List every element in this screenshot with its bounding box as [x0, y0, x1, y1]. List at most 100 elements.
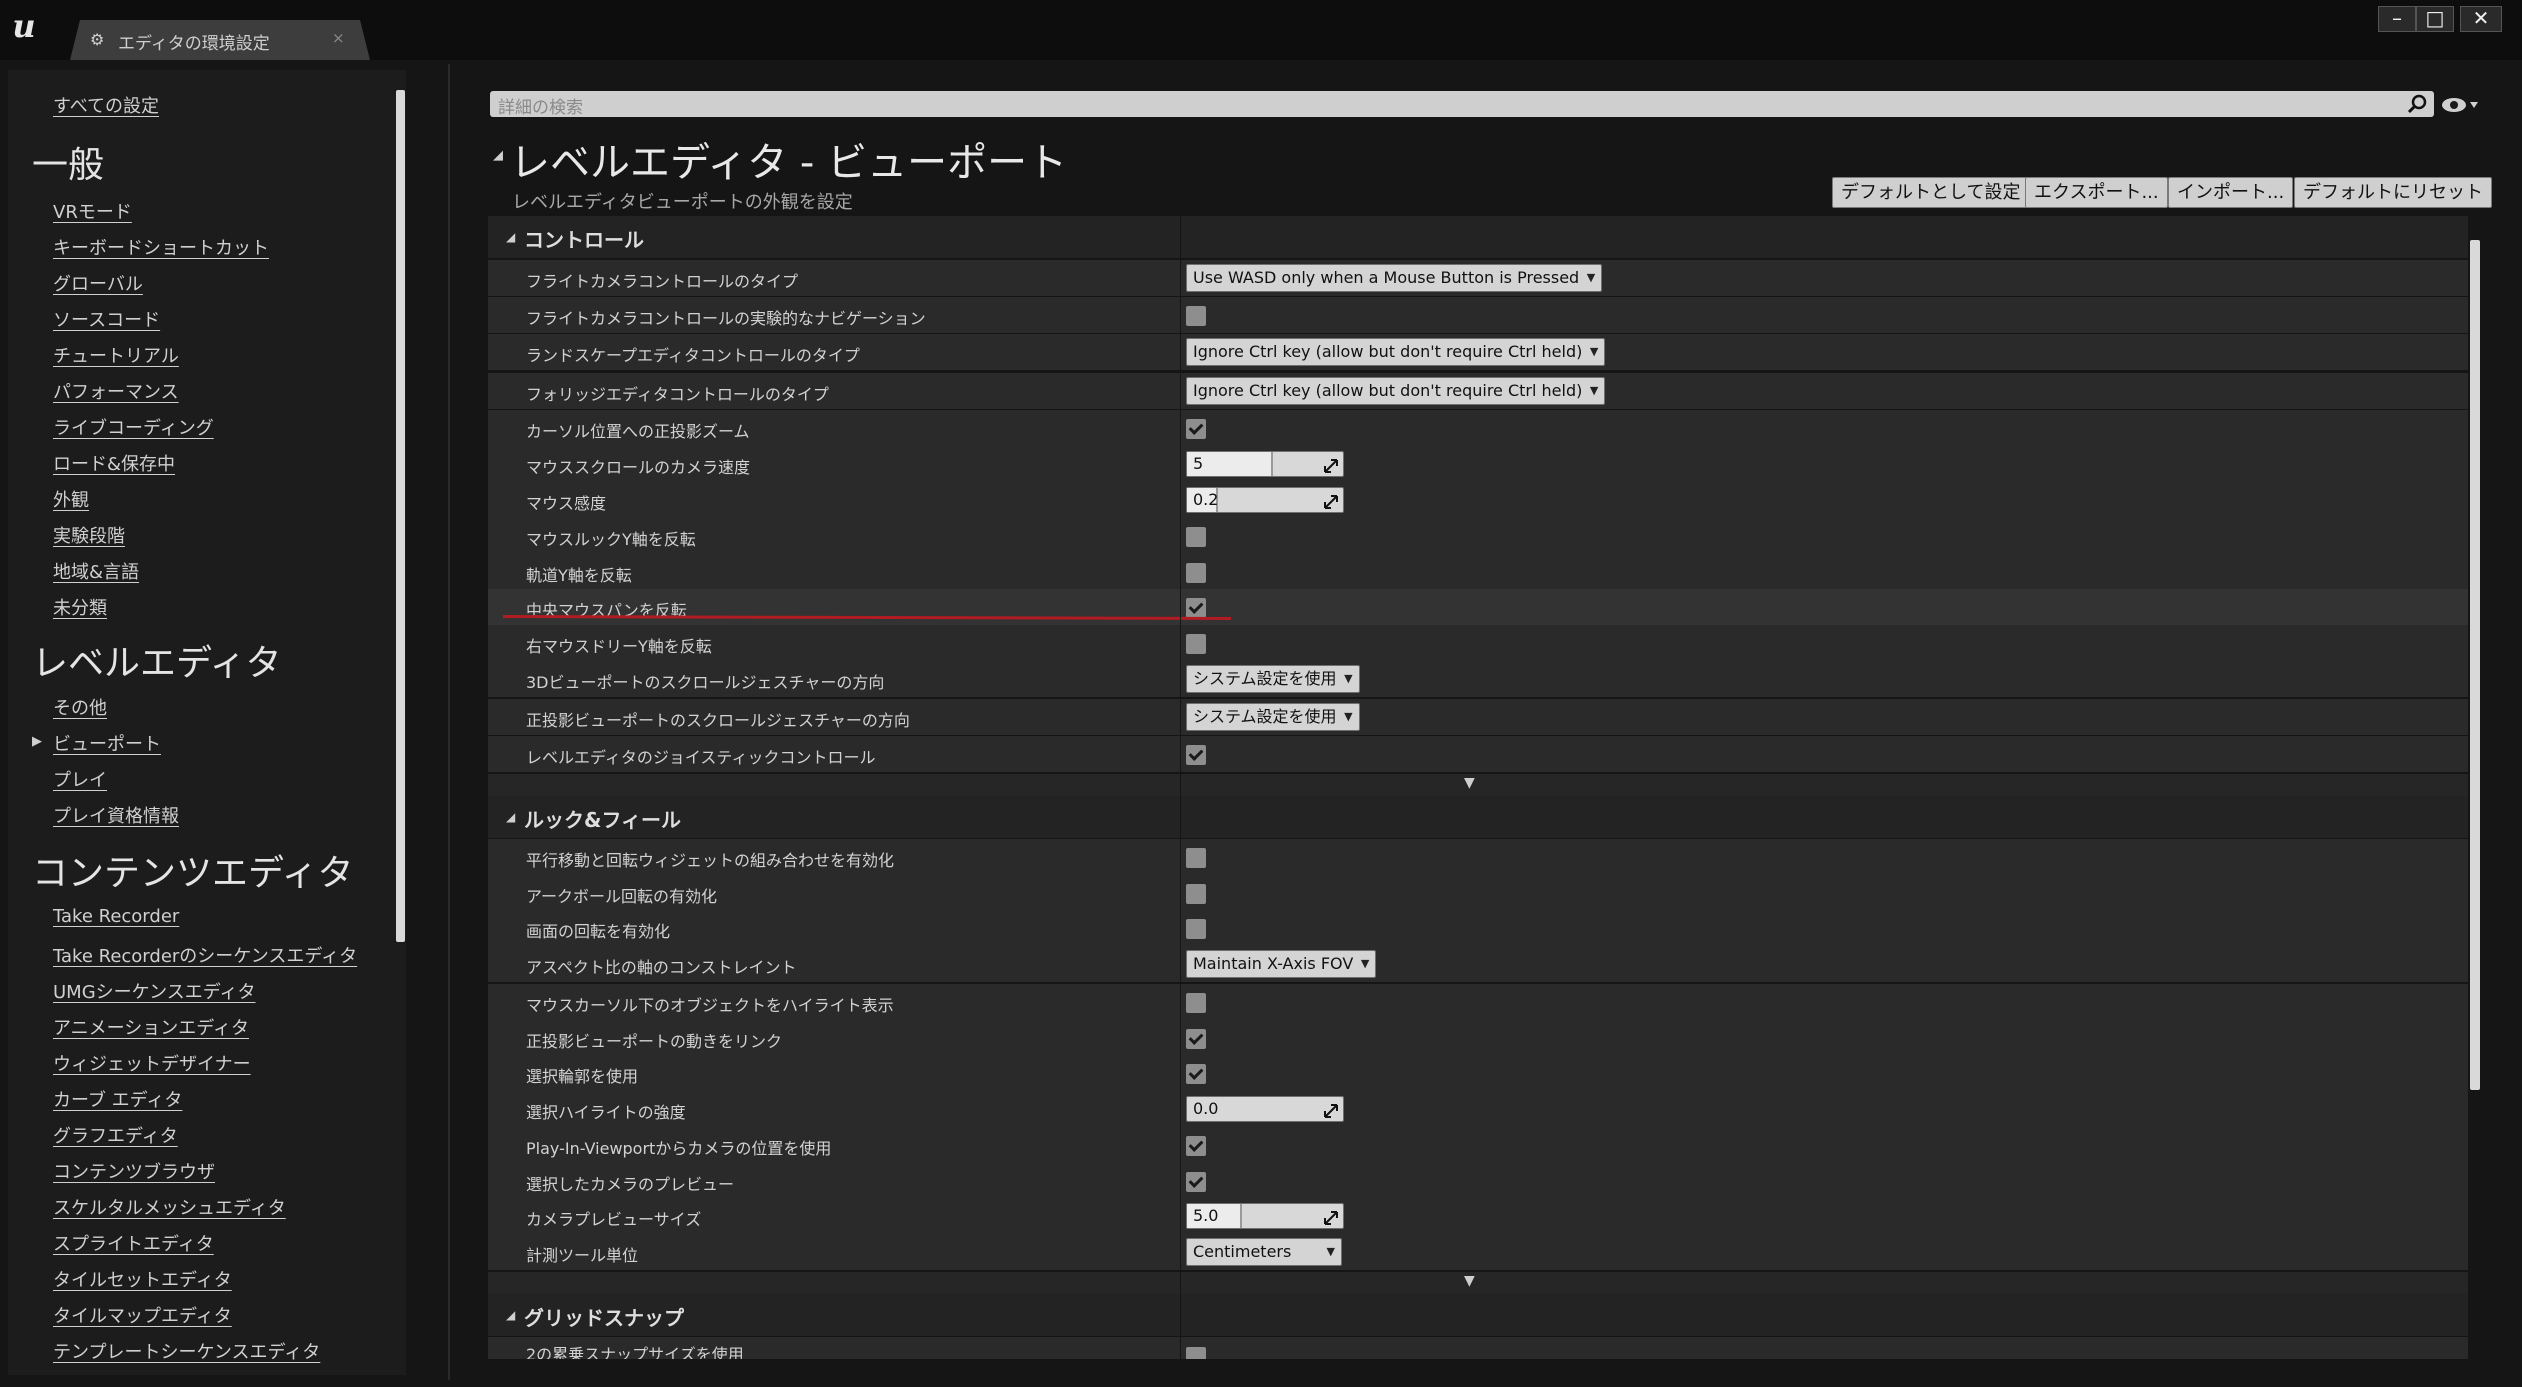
- expand-advanced-icon[interactable]: ▼: [1464, 1273, 1475, 1289]
- panel-splitter[interactable]: [448, 64, 450, 1380]
- maximize-button[interactable]: □: [2416, 6, 2454, 32]
- property-row: 正投影ビューポートの動きをリンク: [488, 1020, 2468, 1056]
- search-details-input[interactable]: 詳細の検索: [490, 91, 2434, 118]
- property-label: フライトカメラコントロールの実験的なナビゲーション: [526, 309, 926, 328]
- sidebar-item[interactable]: ロード&保存中: [53, 450, 175, 476]
- dropdown-arrow-icon: ▼: [1344, 672, 1353, 685]
- checkbox[interactable]: [1186, 745, 1206, 765]
- sidebar-item[interactable]: 未分類: [53, 594, 107, 620]
- checkbox[interactable]: [1186, 1172, 1206, 1192]
- measuring-units-dropdown[interactable]: Centimeters ▼: [1186, 1238, 1342, 1266]
- sidebar-item[interactable]: タイルマップエディタ: [53, 1302, 232, 1328]
- sidebar-item[interactable]: アニメーションエディタ: [53, 1014, 249, 1040]
- checkbox[interactable]: [1186, 1064, 1206, 1084]
- import-button[interactable]: インポート...: [2168, 177, 2294, 208]
- checkbox[interactable]: [1186, 884, 1206, 904]
- sidebar-item[interactable]: チュートリアル: [53, 342, 179, 368]
- expand-advanced-icon[interactable]: ▼: [1464, 775, 1475, 791]
- reset-to-default-button[interactable]: デフォルトにリセット: [2294, 177, 2492, 208]
- checkbox[interactable]: [1186, 993, 1206, 1013]
- sidebar-item[interactable]: Take Recorderのシーケンスエディタ: [53, 942, 357, 968]
- sidebar-item[interactable]: カーブ エディタ: [53, 1086, 182, 1112]
- page-title: レベルエディタ - ビューポート: [510, 140, 1068, 186]
- checkbox[interactable]: [1186, 1136, 1206, 1156]
- column-splitter[interactable]: [1180, 216, 1181, 1359]
- mouse-sensitivity-spinbox[interactable]: 0.2: [1186, 487, 1344, 513]
- advanced-expander-row[interactable]: ▼: [488, 1272, 2468, 1294]
- checkbox[interactable]: [1186, 634, 1206, 654]
- sidebar-item[interactable]: プレイ: [53, 766, 107, 792]
- sidebar-item-viewport[interactable]: ビューポート: [53, 730, 161, 756]
- sidebar-item[interactable]: グローバル: [53, 270, 143, 296]
- resize-arrows-icon: [1324, 495, 1338, 509]
- sidebar-item[interactable]: VRモード: [53, 198, 132, 224]
- sidebar-item[interactable]: UMGシーケンスエディタ: [53, 978, 256, 1004]
- checkbox[interactable]: [1186, 306, 1206, 326]
- foliage-control-type-dropdown[interactable]: Ignore Ctrl key (allow but don't require…: [1186, 377, 1606, 405]
- property-row: 正投影ビューポートのスクロールジェスチャーの方向 システム設定を使用 ▼: [488, 699, 2468, 735]
- landscape-control-type-dropdown[interactable]: Ignore Ctrl key (allow but don't require…: [1186, 338, 1606, 366]
- checkbox[interactable]: [1186, 1029, 1206, 1049]
- advanced-expander-row[interactable]: ▼: [488, 774, 2468, 796]
- checkbox[interactable]: [1186, 419, 1206, 439]
- sidebar-item[interactable]: ライブコーディング: [53, 414, 214, 440]
- collapse-triangle-icon[interactable]: ◢: [493, 148, 503, 163]
- set-as-default-button[interactable]: デフォルトとして設定: [1832, 177, 2030, 208]
- property-label: 選択したカメラのプレビュー: [526, 1175, 735, 1194]
- ortho-scroll-direction-dropdown[interactable]: システム設定を使用 ▼: [1186, 703, 1360, 731]
- sidebar-item[interactable]: コンテンツブラウザ: [53, 1158, 215, 1184]
- property-row: アスペクト比の軸のコンストレイント Maintain X-Axis FOV ▼: [488, 946, 2468, 982]
- camera-speed-spinbox[interactable]: 5: [1186, 451, 1344, 477]
- category-grid-snap[interactable]: ◢ グリッドスナップ: [488, 1294, 2468, 1336]
- checkbox[interactable]: [1186, 598, 1206, 618]
- property-label: 画面の回転を有効化: [526, 922, 671, 941]
- sidebar-item[interactable]: スケルタルメッシュエディタ: [53, 1194, 286, 1220]
- sidebar-item[interactable]: キーボードショートカット: [53, 234, 269, 260]
- sidebar-item-all-settings[interactable]: すべての設定: [53, 92, 159, 118]
- minimize-button[interactable]: –: [2378, 6, 2416, 32]
- property-row: 選択したカメラのプレビュー: [488, 1163, 2468, 1199]
- sidebar-item[interactable]: プレイ資格情報: [53, 802, 179, 828]
- checkbox[interactable]: [1186, 563, 1206, 583]
- property-label: マウスカーソル下のオブジェクトをハイライト表示: [526, 996, 894, 1015]
- sidebar-item[interactable]: パフォーマンス: [53, 378, 179, 404]
- sidebar-item[interactable]: ソースコード: [53, 306, 160, 332]
- details-scrollbar[interactable]: [2470, 240, 2480, 1090]
- category-look-and-feel[interactable]: ◢ ルック&フィール: [488, 796, 2468, 838]
- checkbox[interactable]: [1186, 919, 1206, 939]
- 3d-scroll-direction-dropdown[interactable]: システム設定を使用 ▼: [1186, 665, 1360, 693]
- category-controls[interactable]: ◢ コントロール: [488, 216, 2468, 258]
- checkbox[interactable]: [1186, 527, 1206, 547]
- tab-close-icon[interactable]: ×: [332, 29, 345, 47]
- sidebar-item[interactable]: その他: [53, 694, 107, 720]
- sidebar-item[interactable]: ウィジェットデザイナー: [53, 1050, 251, 1076]
- sidebar-item[interactable]: タイルセットエディタ: [53, 1266, 232, 1292]
- sidebar-item[interactable]: 地域&言語: [53, 558, 139, 584]
- property-label: 選択輪郭を使用: [526, 1067, 639, 1086]
- sidebar-item[interactable]: 外観: [53, 486, 89, 512]
- collapse-triangle-icon: ◢: [506, 810, 516, 824]
- property-label: ランドスケープエディタコントロールのタイプ: [526, 346, 860, 365]
- checkbox[interactable]: [1186, 848, 1206, 868]
- collapse-triangle-icon: ◢: [506, 1308, 516, 1322]
- sidebar-item[interactable]: スプライトエディタ: [53, 1230, 214, 1256]
- dropdown-arrow-icon: ▼: [1589, 345, 1599, 358]
- camera-preview-size-spinbox[interactable]: 5.0: [1186, 1203, 1344, 1229]
- spin-value: 0.2: [1193, 490, 1219, 509]
- sidebar-item[interactable]: グラフエディタ: [53, 1122, 178, 1148]
- sidebar-scrollbar[interactable]: [396, 90, 405, 942]
- checkbox[interactable]: [1186, 1347, 1206, 1359]
- close-window-button[interactable]: ✕: [2460, 6, 2502, 32]
- search-icon[interactable]: [2406, 93, 2428, 115]
- view-options-eye-icon[interactable]: [2440, 94, 2480, 116]
- selection-highlight-intensity-spinbox[interactable]: 0.0: [1186, 1096, 1344, 1122]
- export-button[interactable]: エクスポート...: [2025, 177, 2168, 208]
- tab-editor-preferences[interactable]: ⚙ エディタの環境設定 ×: [70, 20, 370, 60]
- sidebar-item[interactable]: 実験段階: [53, 522, 125, 548]
- flight-camera-control-type-dropdown[interactable]: Use WASD only when a Mouse Button is Pre…: [1186, 264, 1603, 292]
- aspect-ratio-constraint-dropdown[interactable]: Maintain X-Axis FOV ▼: [1186, 950, 1377, 978]
- sidebar-item[interactable]: テンプレートシーケンスエディタ: [53, 1338, 320, 1364]
- sidebar-item[interactable]: Take Recorder: [53, 906, 179, 927]
- settings-tab-icon: ⚙: [90, 30, 105, 49]
- page-subtitle: レベルエディタビューポートの外観を設定: [512, 192, 853, 213]
